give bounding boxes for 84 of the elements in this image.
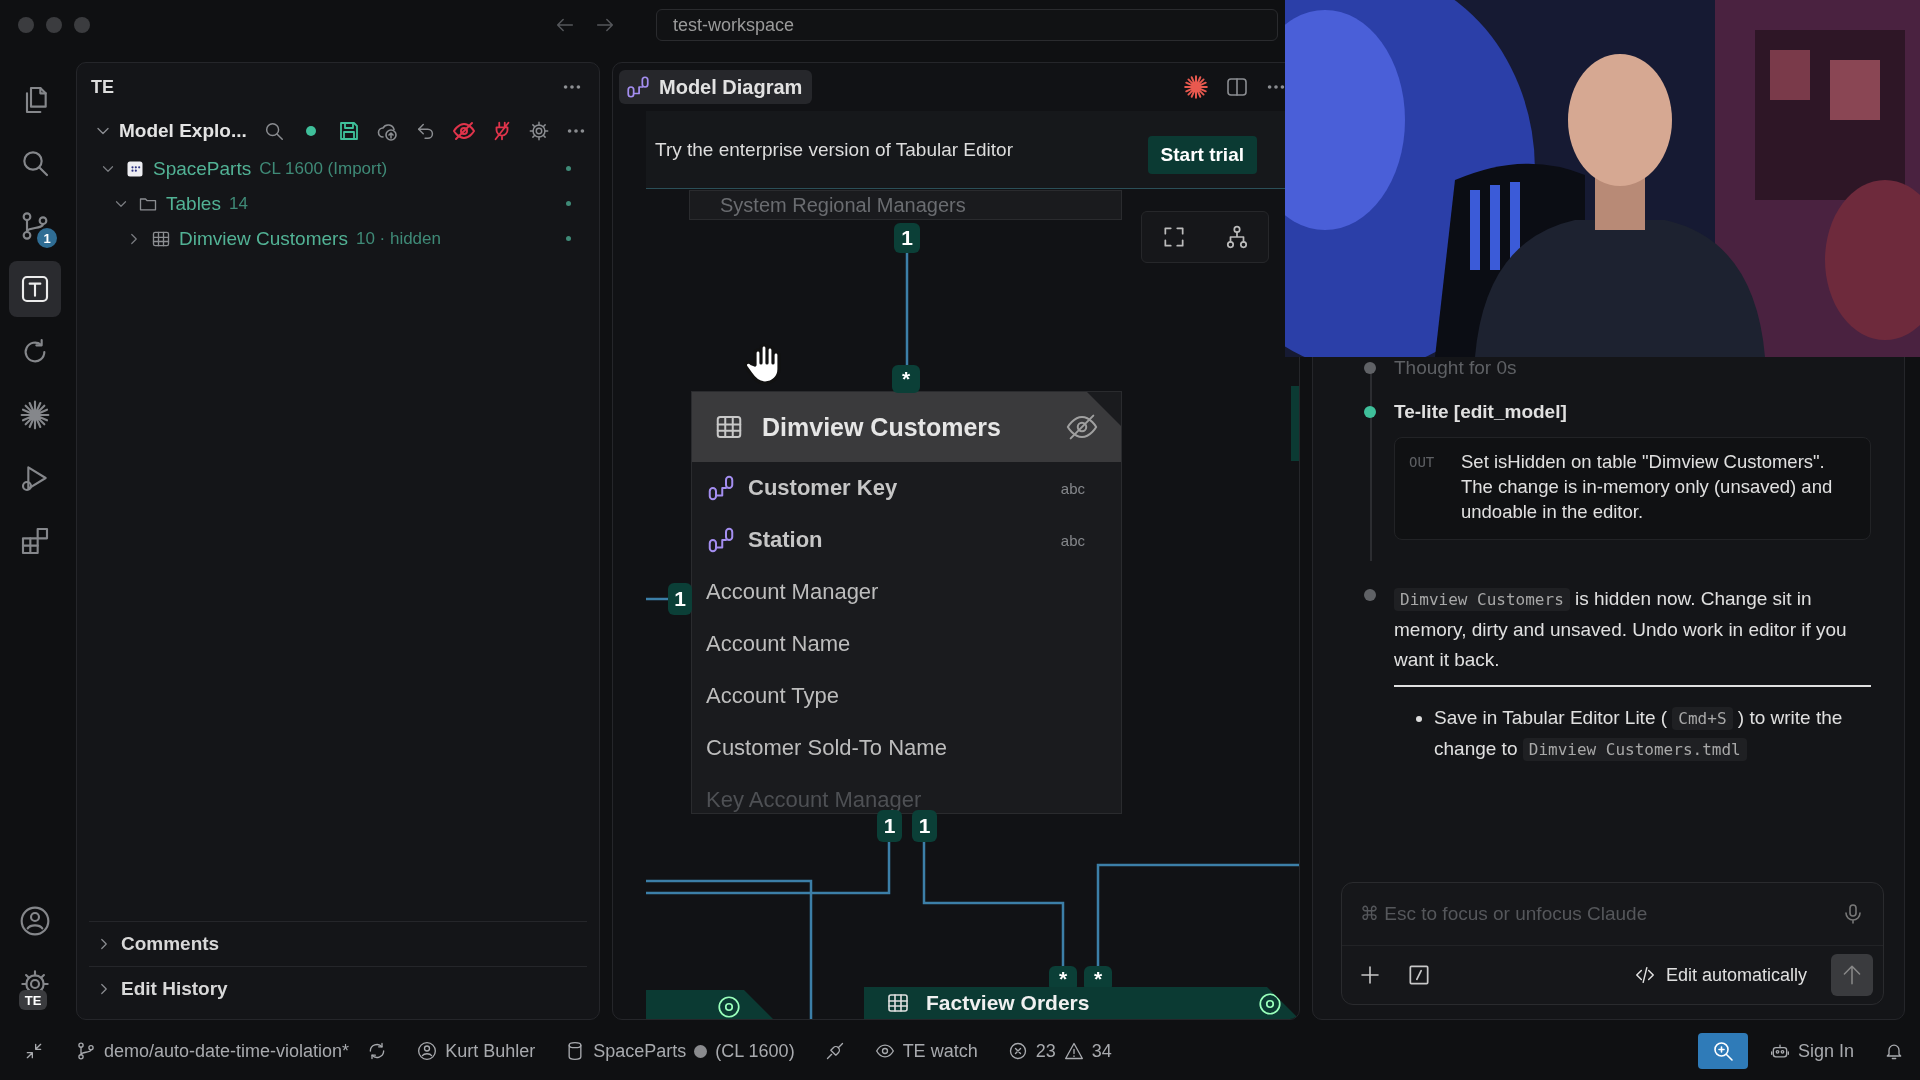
- activity-button[interactable]: [9, 261, 61, 317]
- chat-input[interactable]: ⌘ Esc to focus or unfocus Claude: [1360, 894, 1841, 934]
- te-logo-icon: [19, 273, 51, 305]
- tree-label[interactable]: SpaceParts: [153, 157, 252, 180]
- thought-text: Thought for 0s: [1394, 357, 1518, 379]
- account-icon: [19, 905, 51, 937]
- address-field[interactable]: test-workspace: [656, 9, 1278, 41]
- warning-icon[interactable]: [1063, 1041, 1084, 1061]
- slash-command-icon[interactable]: [1406, 962, 1432, 988]
- zoom-button[interactable]: [1697, 1033, 1748, 1069]
- circle-icon: [716, 994, 742, 1019]
- branch-name[interactable]: demo/auto-date-time-violation*: [104, 1040, 350, 1062]
- chat-composer[interactable]: ⌘ Esc to focus or unfocus Claude Edit automatically: [1341, 882, 1884, 1005]
- split-view-icon[interactable]: [1225, 75, 1249, 99]
- count-badge: 1: [37, 228, 57, 248]
- code-icon: [1633, 964, 1656, 986]
- tree-detail: 10 · hidden: [355, 228, 441, 249]
- column-name: Account Type: [706, 683, 839, 709]
- data-type: abc: [1060, 479, 1085, 497]
- send-button[interactable]: [1831, 954, 1873, 996]
- editor-tab[interactable]: Model Diagram: [619, 70, 813, 104]
- activity-button[interactable]: 1: [9, 198, 61, 254]
- cardinality-badge: 1: [894, 223, 920, 253]
- data-type: abc: [1060, 531, 1085, 549]
- tree-label[interactable]: Dimview Customers: [179, 227, 348, 250]
- table-icon: [886, 991, 910, 1015]
- status-dot: [566, 201, 571, 206]
- error-icon[interactable]: [1007, 1041, 1028, 1061]
- cardinality-badge: 1: [912, 810, 937, 842]
- output-label: OUT: [1409, 453, 1436, 472]
- status-dot: [566, 236, 571, 241]
- message-text: Save in Tabular Editor Lite ( Cmd+S ) to write the change to Dimview Customers.tmdl: [1434, 705, 1844, 763]
- user-name[interactable]: Kurt Buhler: [445, 1040, 536, 1062]
- warning-count[interactable]: 34: [1091, 1040, 1112, 1062]
- relationship-line: [646, 597, 668, 601]
- bullet-dot: [1416, 715, 1422, 722]
- start-trial-button[interactable]: Start trial: [1147, 135, 1257, 174]
- tree-detail: CL 1600 (Import): [259, 158, 388, 179]
- key-column-icon: [706, 473, 736, 503]
- plug-icon[interactable]: [824, 1041, 845, 1061]
- model-name[interactable]: SpaceParts: [593, 1040, 687, 1062]
- sparkle-icon[interactable]: [1183, 74, 1209, 100]
- collapse-icon[interactable]: [24, 1041, 44, 1061]
- cardinality-badge: 1: [668, 583, 692, 615]
- sign-in-link[interactable]: Sign In: [1797, 1040, 1854, 1062]
- column-name: Customer Key: [748, 475, 898, 501]
- account-icon[interactable]: [417, 1041, 438, 1061]
- compatibility-level[interactable]: (CL 1600): [715, 1040, 795, 1062]
- tool-title: Te-lite [edit_model]: [1394, 401, 1568, 423]
- column-name: Customer Sold-To Name: [706, 735, 947, 761]
- error-count[interactable]: 23: [1035, 1040, 1056, 1062]
- key-column-icon: [706, 525, 736, 555]
- tree-label[interactable]: Tables: [166, 192, 221, 215]
- output-text: Set isHidden on table "Dimview Customers". The change is in-memory only (unsaved) and undoable in the editor.: [1461, 450, 1834, 524]
- table-name: Factview Orders: [926, 991, 1090, 1015]
- blocks-icon: [19, 525, 51, 557]
- plus-icon[interactable]: [1358, 963, 1382, 987]
- mode-button[interactable]: Edit automatically: [1633, 964, 1807, 986]
- activity-button[interactable]: TE: [9, 956, 61, 1012]
- circle-icon: [1257, 991, 1283, 1017]
- sparkle-icon: [19, 399, 51, 431]
- cardinality-badge: 1: [877, 810, 902, 842]
- banner-text: Try the enterprise version of Tabular Editor: [655, 138, 1013, 161]
- tree-detail: 14: [228, 193, 248, 214]
- cardinality-badge: *: [892, 365, 920, 393]
- panel-title: TE: [91, 76, 114, 98]
- message-text: Dimview Customers is hidden now. Change sit in memory, dirty and unsaved. Undo work in editor if you want it back.: [1394, 586, 1848, 672]
- status-dot: [566, 166, 571, 171]
- scroll-thumb[interactable]: [1291, 386, 1299, 461]
- column-name: Account Name: [706, 631, 851, 657]
- section-title[interactable]: Model Explo...: [119, 120, 247, 142]
- count-badge: TE: [19, 990, 47, 1010]
- cylinders-icon: [625, 74, 651, 100]
- section-title[interactable]: Edit History: [121, 978, 228, 1000]
- status-dot: [305, 126, 316, 136]
- section-title[interactable]: Comments: [121, 933, 220, 955]
- branch-icon[interactable]: [76, 1041, 96, 1061]
- column-name: Account Manager: [706, 579, 879, 605]
- eye-off-icon[interactable]: [451, 119, 476, 143]
- column-name: Station: [748, 527, 823, 553]
- table-name: Dimview Customers: [762, 412, 1001, 442]
- settings-icon[interactable]: [527, 120, 550, 142]
- watch-label[interactable]: TE watch: [902, 1040, 978, 1062]
- table-name: System Regional Managers: [720, 193, 966, 217]
